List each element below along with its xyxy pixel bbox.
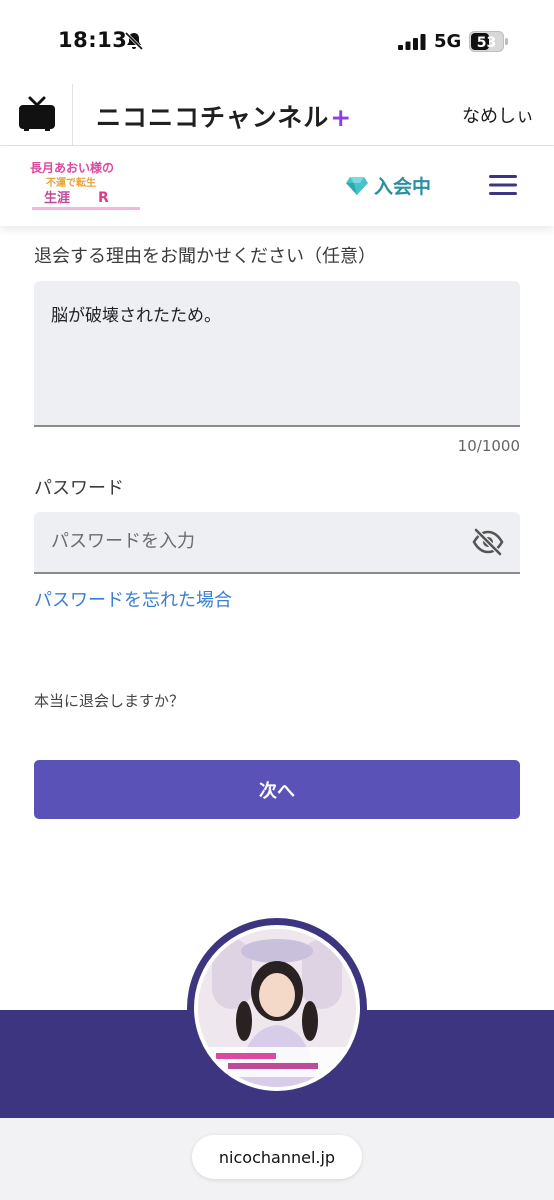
status-time: 18:13 xyxy=(58,28,128,52)
brand-text: ニコニコチャンネル xyxy=(96,103,330,132)
app-header: ニコニコチャンネル+ なめしぃ xyxy=(0,84,554,146)
user-name[interactable]: なめしぃ xyxy=(462,102,534,128)
channel-avatar[interactable] xyxy=(187,918,367,1098)
reason-label: 退会する理由をお聞かせください（任意） xyxy=(34,246,376,267)
battery-level: 53 xyxy=(477,35,496,51)
character-counter: 10/1000 xyxy=(457,437,520,455)
network-type: 5G xyxy=(434,31,462,52)
password-field[interactable] xyxy=(34,512,520,574)
password-input[interactable] xyxy=(51,531,451,552)
url-bar[interactable]: nicochannel.jp xyxy=(192,1135,362,1179)
signal-icon xyxy=(398,34,426,50)
brand-plus: + xyxy=(330,103,353,132)
member-status-label: 入会中 xyxy=(374,176,432,198)
next-button[interactable]: 次へ xyxy=(34,760,520,819)
forgot-password-link[interactable]: パスワードを忘れた場合 xyxy=(34,586,232,612)
logo-line-3: 生涯 xyxy=(44,190,70,206)
diamond-icon xyxy=(346,176,368,195)
channel-logo[interactable]: 長月あおい様の 不運で転生 生涯 R xyxy=(26,158,146,214)
logo-line-2: 不運で転生 xyxy=(46,176,96,189)
battery-icon: 53 xyxy=(469,31,508,52)
confirm-withdraw-text: 本当に退会しますか？ xyxy=(34,692,185,710)
reason-textarea[interactable]: 脳が破壊されたため。 xyxy=(34,281,520,427)
logo-line-4: R xyxy=(98,190,109,206)
tv-icon[interactable] xyxy=(18,96,56,132)
browser-bottom-bar: nicochannel.jp xyxy=(0,1118,554,1200)
logo-line-1: 長月あおい様の xyxy=(30,160,114,175)
hamburger-menu-icon[interactable] xyxy=(489,173,517,197)
channel-avatar-image xyxy=(194,925,360,1091)
avatar-illustration xyxy=(198,929,356,1087)
header-divider xyxy=(72,84,73,146)
password-label: パスワード xyxy=(34,478,124,499)
member-status-badge: 入会中 xyxy=(346,172,431,199)
eye-off-icon[interactable] xyxy=(472,528,504,556)
brand-logo[interactable]: ニコニコチャンネル+ xyxy=(96,98,352,134)
bell-off-icon xyxy=(124,31,144,51)
channel-header: 長月あおい様の 不運で転生 生涯 R 入会中 xyxy=(0,146,554,226)
status-bar: 18:13 5G 53 xyxy=(0,0,554,84)
